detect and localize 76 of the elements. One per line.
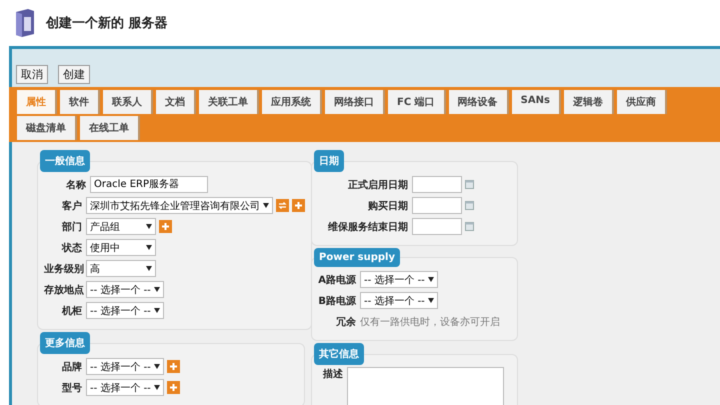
name-input-field[interactable]: Oracle ERP服务器	[90, 176, 208, 193]
field-label: 存放地点	[44, 284, 82, 296]
select-dropdown[interactable]: -- 选择一个 --	[360, 271, 438, 288]
section-heading: 更多信息	[40, 332, 90, 354]
refresh-button[interactable]	[276, 199, 289, 212]
calendar-icon[interactable]	[465, 201, 474, 210]
caret-icon	[146, 266, 152, 271]
date-input-field[interactable]	[412, 197, 462, 214]
toolbar-button[interactable]: 取消	[16, 65, 48, 84]
field-label: B路电源	[318, 294, 356, 308]
add-button[interactable]	[159, 220, 172, 233]
tab[interactable]: 应用系统	[262, 90, 322, 114]
section-heading: 其它信息	[314, 343, 364, 365]
caret-icon	[428, 277, 434, 282]
plus-icon	[294, 201, 303, 210]
field-label: 购买日期	[367, 200, 408, 212]
field-label: 状态	[60, 242, 82, 254]
caret-icon	[154, 287, 160, 292]
tab[interactable]: 软件	[60, 90, 100, 114]
section-heading: 一般信息	[40, 150, 90, 172]
field-label: A路电源	[318, 274, 356, 286]
tab[interactable]: SANs	[512, 90, 561, 114]
field-label: 冗余	[335, 316, 356, 328]
field-label: 描述	[322, 368, 343, 381]
field-label: 客户	[61, 199, 82, 212]
add-button[interactable]	[166, 381, 180, 394]
toolbar-button[interactable]: 创建	[58, 65, 90, 84]
plus-icon	[161, 222, 170, 231]
caret-icon	[146, 224, 152, 229]
add-button[interactable]	[166, 360, 180, 373]
select-dropdown[interactable]: -- 选择一个 --	[86, 281, 164, 298]
date-input-field[interactable]	[412, 176, 462, 193]
window-title: 创建一个新的 服务器	[46, 14, 168, 32]
field-label: 型号	[61, 382, 82, 394]
tab[interactable]: 供应商	[616, 90, 667, 114]
tab[interactable]: 在线工单	[80, 116, 140, 140]
add-button[interactable]	[292, 199, 305, 212]
select-dropdown[interactable]: 产品组	[86, 218, 156, 235]
caret-icon	[428, 298, 434, 303]
tab[interactable]: 联系人	[103, 90, 153, 114]
calendar-icon[interactable]	[465, 222, 474, 231]
date-input-field[interactable]	[412, 218, 462, 235]
tab[interactable]: 文档	[156, 90, 196, 114]
select-dropdown[interactable]: -- 选择一个 --	[360, 292, 438, 309]
calendar-icon[interactable]	[465, 180, 474, 189]
field-label: 正式启用日期	[347, 178, 408, 192]
select-dropdown[interactable]: -- 选择一个 --	[86, 302, 164, 319]
field-label: 品牌	[61, 360, 82, 374]
field-label: 机柜	[60, 304, 82, 318]
field-label: 部门	[60, 220, 82, 234]
field-label: 维保服务结束日期	[327, 220, 408, 234]
select-dropdown[interactable]: 使用中	[86, 239, 156, 256]
caret-icon	[263, 203, 269, 208]
plus-icon	[168, 383, 178, 392]
select-dropdown[interactable]: 深圳市艾拓先锋企业管理咨询有限公司	[86, 197, 273, 214]
tab[interactable]: FC 端口	[388, 90, 446, 114]
caret-icon	[154, 308, 160, 313]
caret-icon	[146, 245, 152, 250]
tab[interactable]: 网络设备	[448, 90, 509, 114]
field-label: 业务级别	[44, 262, 82, 276]
select-dropdown[interactable]: -- 选择一个 --	[86, 379, 164, 396]
select-dropdown[interactable]: 高	[86, 260, 156, 277]
tab[interactable]: 关联工单	[199, 90, 259, 114]
section-heading: Power supply	[314, 248, 400, 267]
select-dropdown[interactable]: -- 选择一个 --	[86, 358, 164, 375]
section-heading: 日期	[314, 150, 344, 172]
arrows-icon	[278, 201, 287, 210]
server-icon	[14, 8, 36, 38]
plus-icon	[168, 362, 178, 371]
caret-icon	[154, 385, 160, 390]
field-label: 名称	[65, 178, 86, 192]
tab[interactable]: 网络接口	[325, 90, 385, 114]
tab[interactable]: 逻辑卷	[564, 90, 614, 114]
tab[interactable]: 磁盘清单	[17, 116, 77, 140]
hint-text: 仅有一路供电时，设备亦可开启	[360, 316, 500, 328]
caret-icon	[154, 364, 160, 369]
